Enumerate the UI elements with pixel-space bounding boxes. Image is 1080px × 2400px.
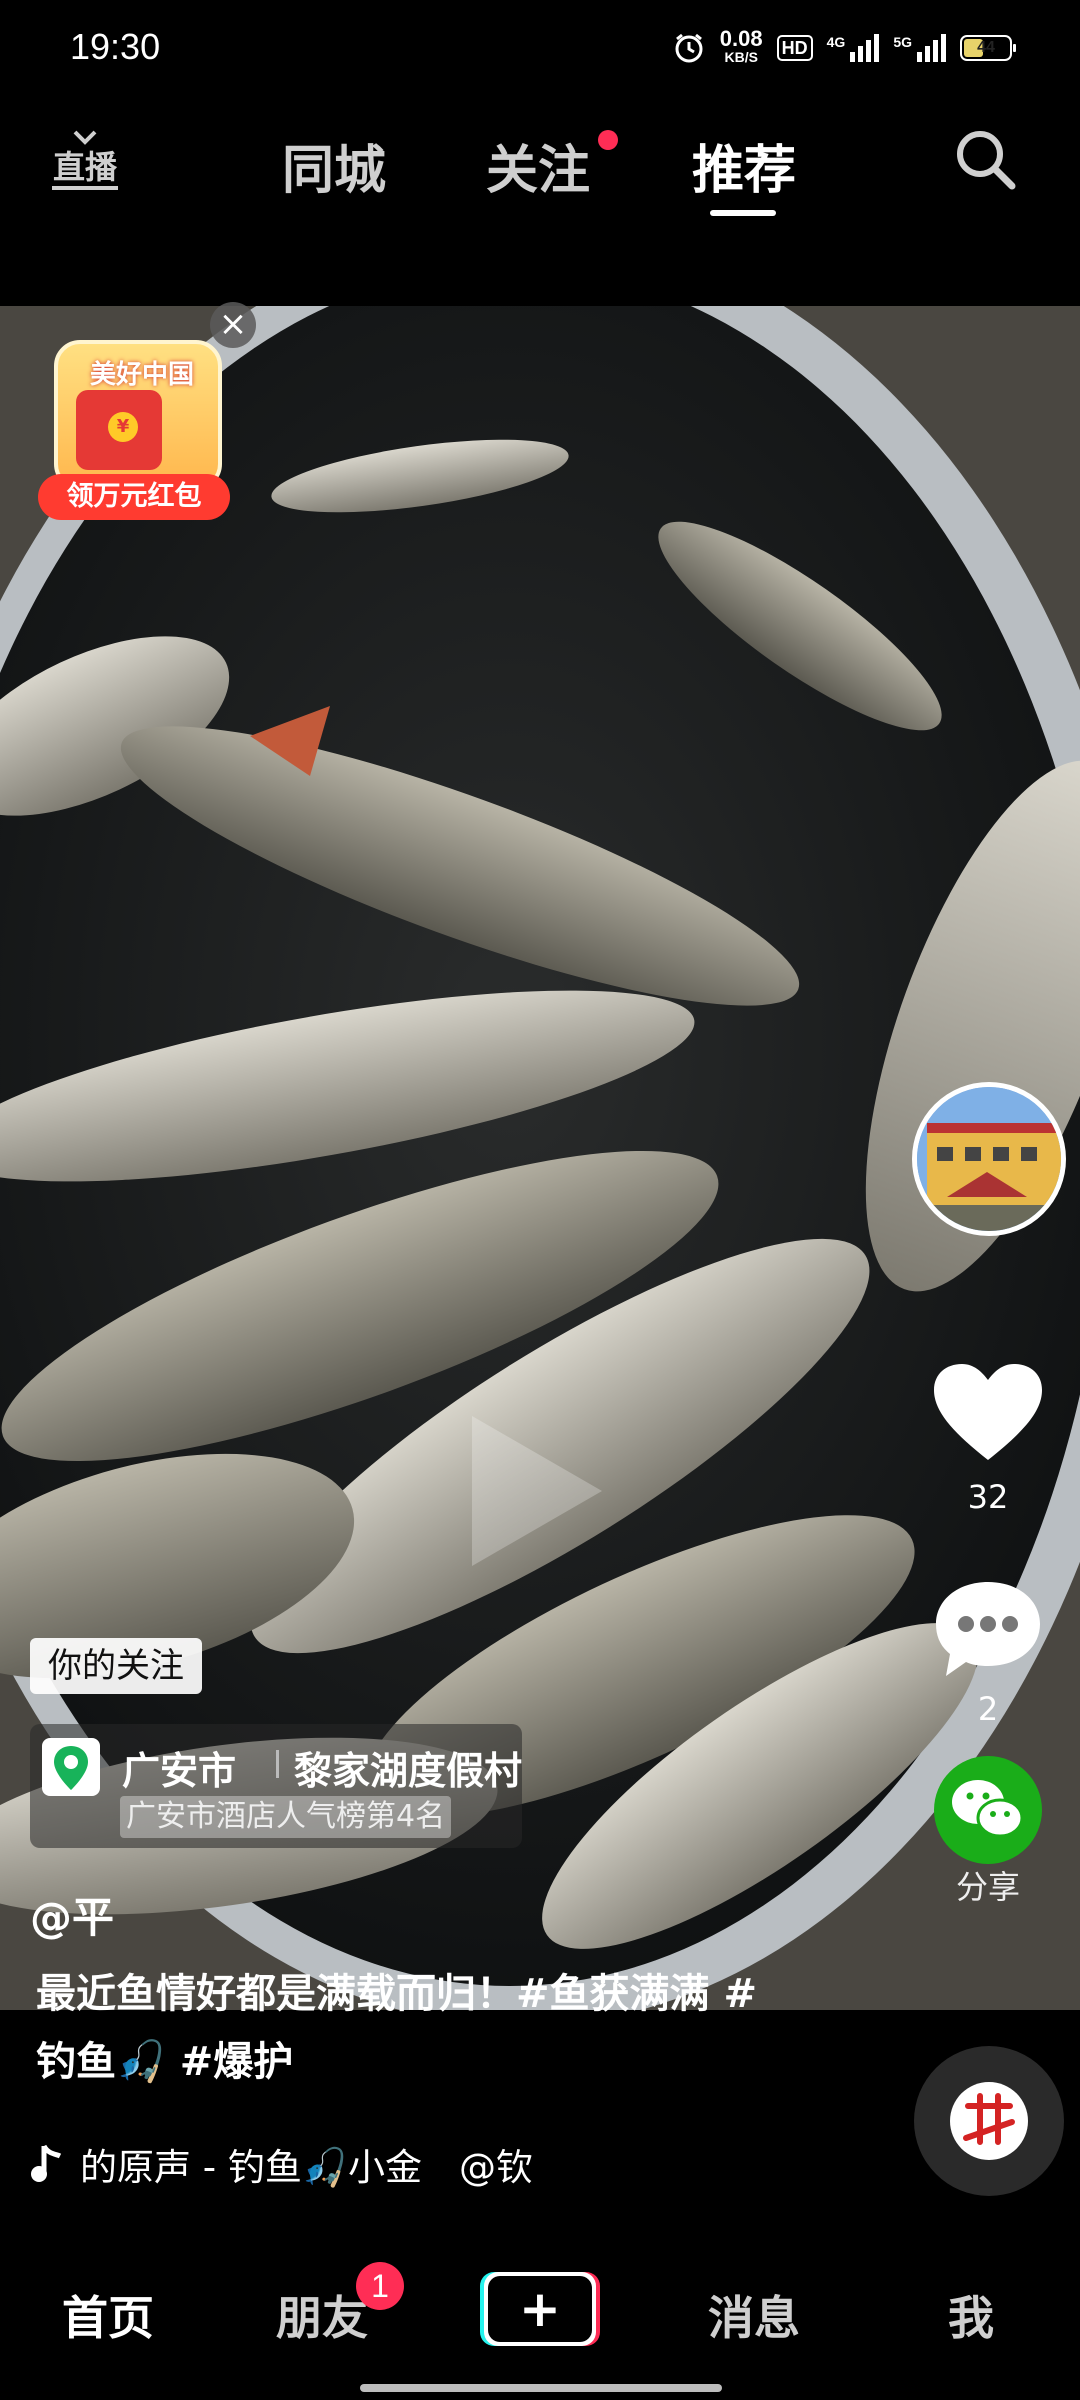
hd-icon: HD	[776, 35, 813, 61]
clock: 19:30	[70, 26, 161, 67]
search-icon[interactable]	[952, 126, 1018, 192]
location-place: 黎家湖度假村	[294, 1749, 523, 1793]
comment-icon[interactable]	[932, 1578, 1044, 1682]
tab-following[interactable]: 关注	[486, 128, 590, 203]
music-disc-cover	[950, 2082, 1028, 2160]
comment-count: 2	[977, 1690, 999, 1728]
notification-dot	[598, 130, 618, 150]
play-icon[interactable]	[462, 1406, 612, 1576]
battery-icon: 44	[960, 35, 1016, 61]
alarm-icon	[675, 33, 703, 63]
active-tab-indicator	[710, 210, 776, 216]
location-card[interactable]: 广安市 黎家湖度假村 广安市酒店人气榜第4名	[30, 1724, 522, 1848]
location-pin-icon	[42, 1738, 100, 1796]
video-caption[interactable]: 最近鱼情好都是满载而归！#鱼获满满 #钓鱼🎣 #爆护	[36, 1960, 776, 2096]
location-rank: 广安市酒店人气榜第4名	[120, 1796, 452, 1838]
live-tv-icon[interactable]: 直播	[50, 126, 120, 196]
location-separator	[276, 1750, 279, 1778]
red-packet-promo[interactable]: 美好中国 ¥ 领万元红包	[38, 340, 230, 530]
status-bar: 19:30 0.08 KB/S HD 4G 5G 44	[0, 0, 1080, 96]
music-note-icon	[31, 2144, 62, 2182]
nav-friends[interactable]: 朋友	[276, 2282, 368, 2348]
like-count: 32	[967, 1478, 1009, 1516]
following-tag: 你的关注	[30, 1638, 202, 1694]
music-info[interactable]: 的原声 - 钓鱼🎣小金 @钦	[30, 2136, 533, 2192]
author-name[interactable]: @平	[30, 1884, 114, 1945]
tab-recommended[interactable]: 推荐	[692, 128, 796, 203]
share-label: 分享	[955, 1868, 1020, 1906]
signal-4g-icon: 4G	[827, 34, 880, 62]
nav-me[interactable]: 我	[948, 2282, 994, 2348]
nav-home[interactable]: 首页	[62, 2282, 154, 2348]
wechat-share-button[interactable]	[934, 1756, 1042, 1864]
nav-messages[interactable]: 消息	[708, 2282, 800, 2348]
red-packet-label: 领万元红包	[38, 474, 230, 520]
speed-unit: KB/S	[724, 49, 758, 65]
status-icons: 0.08 KB/S HD 4G 5G 44	[672, 22, 1016, 74]
plus-icon: +	[519, 2280, 561, 2338]
red-packet-title: 美好中国	[89, 360, 194, 390]
live-label: 直播	[53, 148, 118, 186]
location-city: 广安市	[122, 1749, 237, 1793]
battery-level: 44	[977, 39, 995, 56]
tab-local[interactable]: 同城	[282, 128, 386, 203]
heart-icon[interactable]	[930, 1360, 1046, 1466]
bottom-nav: 首页 朋友 1 + 消息 我	[0, 2240, 1080, 2400]
top-nav: 直播 同城 关注 推荐	[0, 96, 1080, 306]
coin-icon: ¥	[108, 412, 138, 442]
net-4g-label: 4G	[826, 34, 846, 50]
create-button[interactable]: +	[478, 2268, 602, 2350]
author-avatar[interactable]	[912, 1082, 1066, 1236]
wechat-icon	[952, 1780, 1024, 1838]
friends-badge: 1	[356, 2262, 404, 2310]
signal-5g-icon: 5G	[893, 34, 946, 62]
home-indicator[interactable]	[360, 2384, 722, 2392]
net-5g-label: 5G	[893, 34, 912, 50]
music-disc[interactable]	[914, 2046, 1064, 2196]
music-title: 的原声 - 钓鱼🎣小金 @钦	[80, 2146, 533, 2189]
speed-value: 0.08	[719, 26, 763, 51]
network-speed: 0.08 KB/S	[719, 26, 763, 66]
